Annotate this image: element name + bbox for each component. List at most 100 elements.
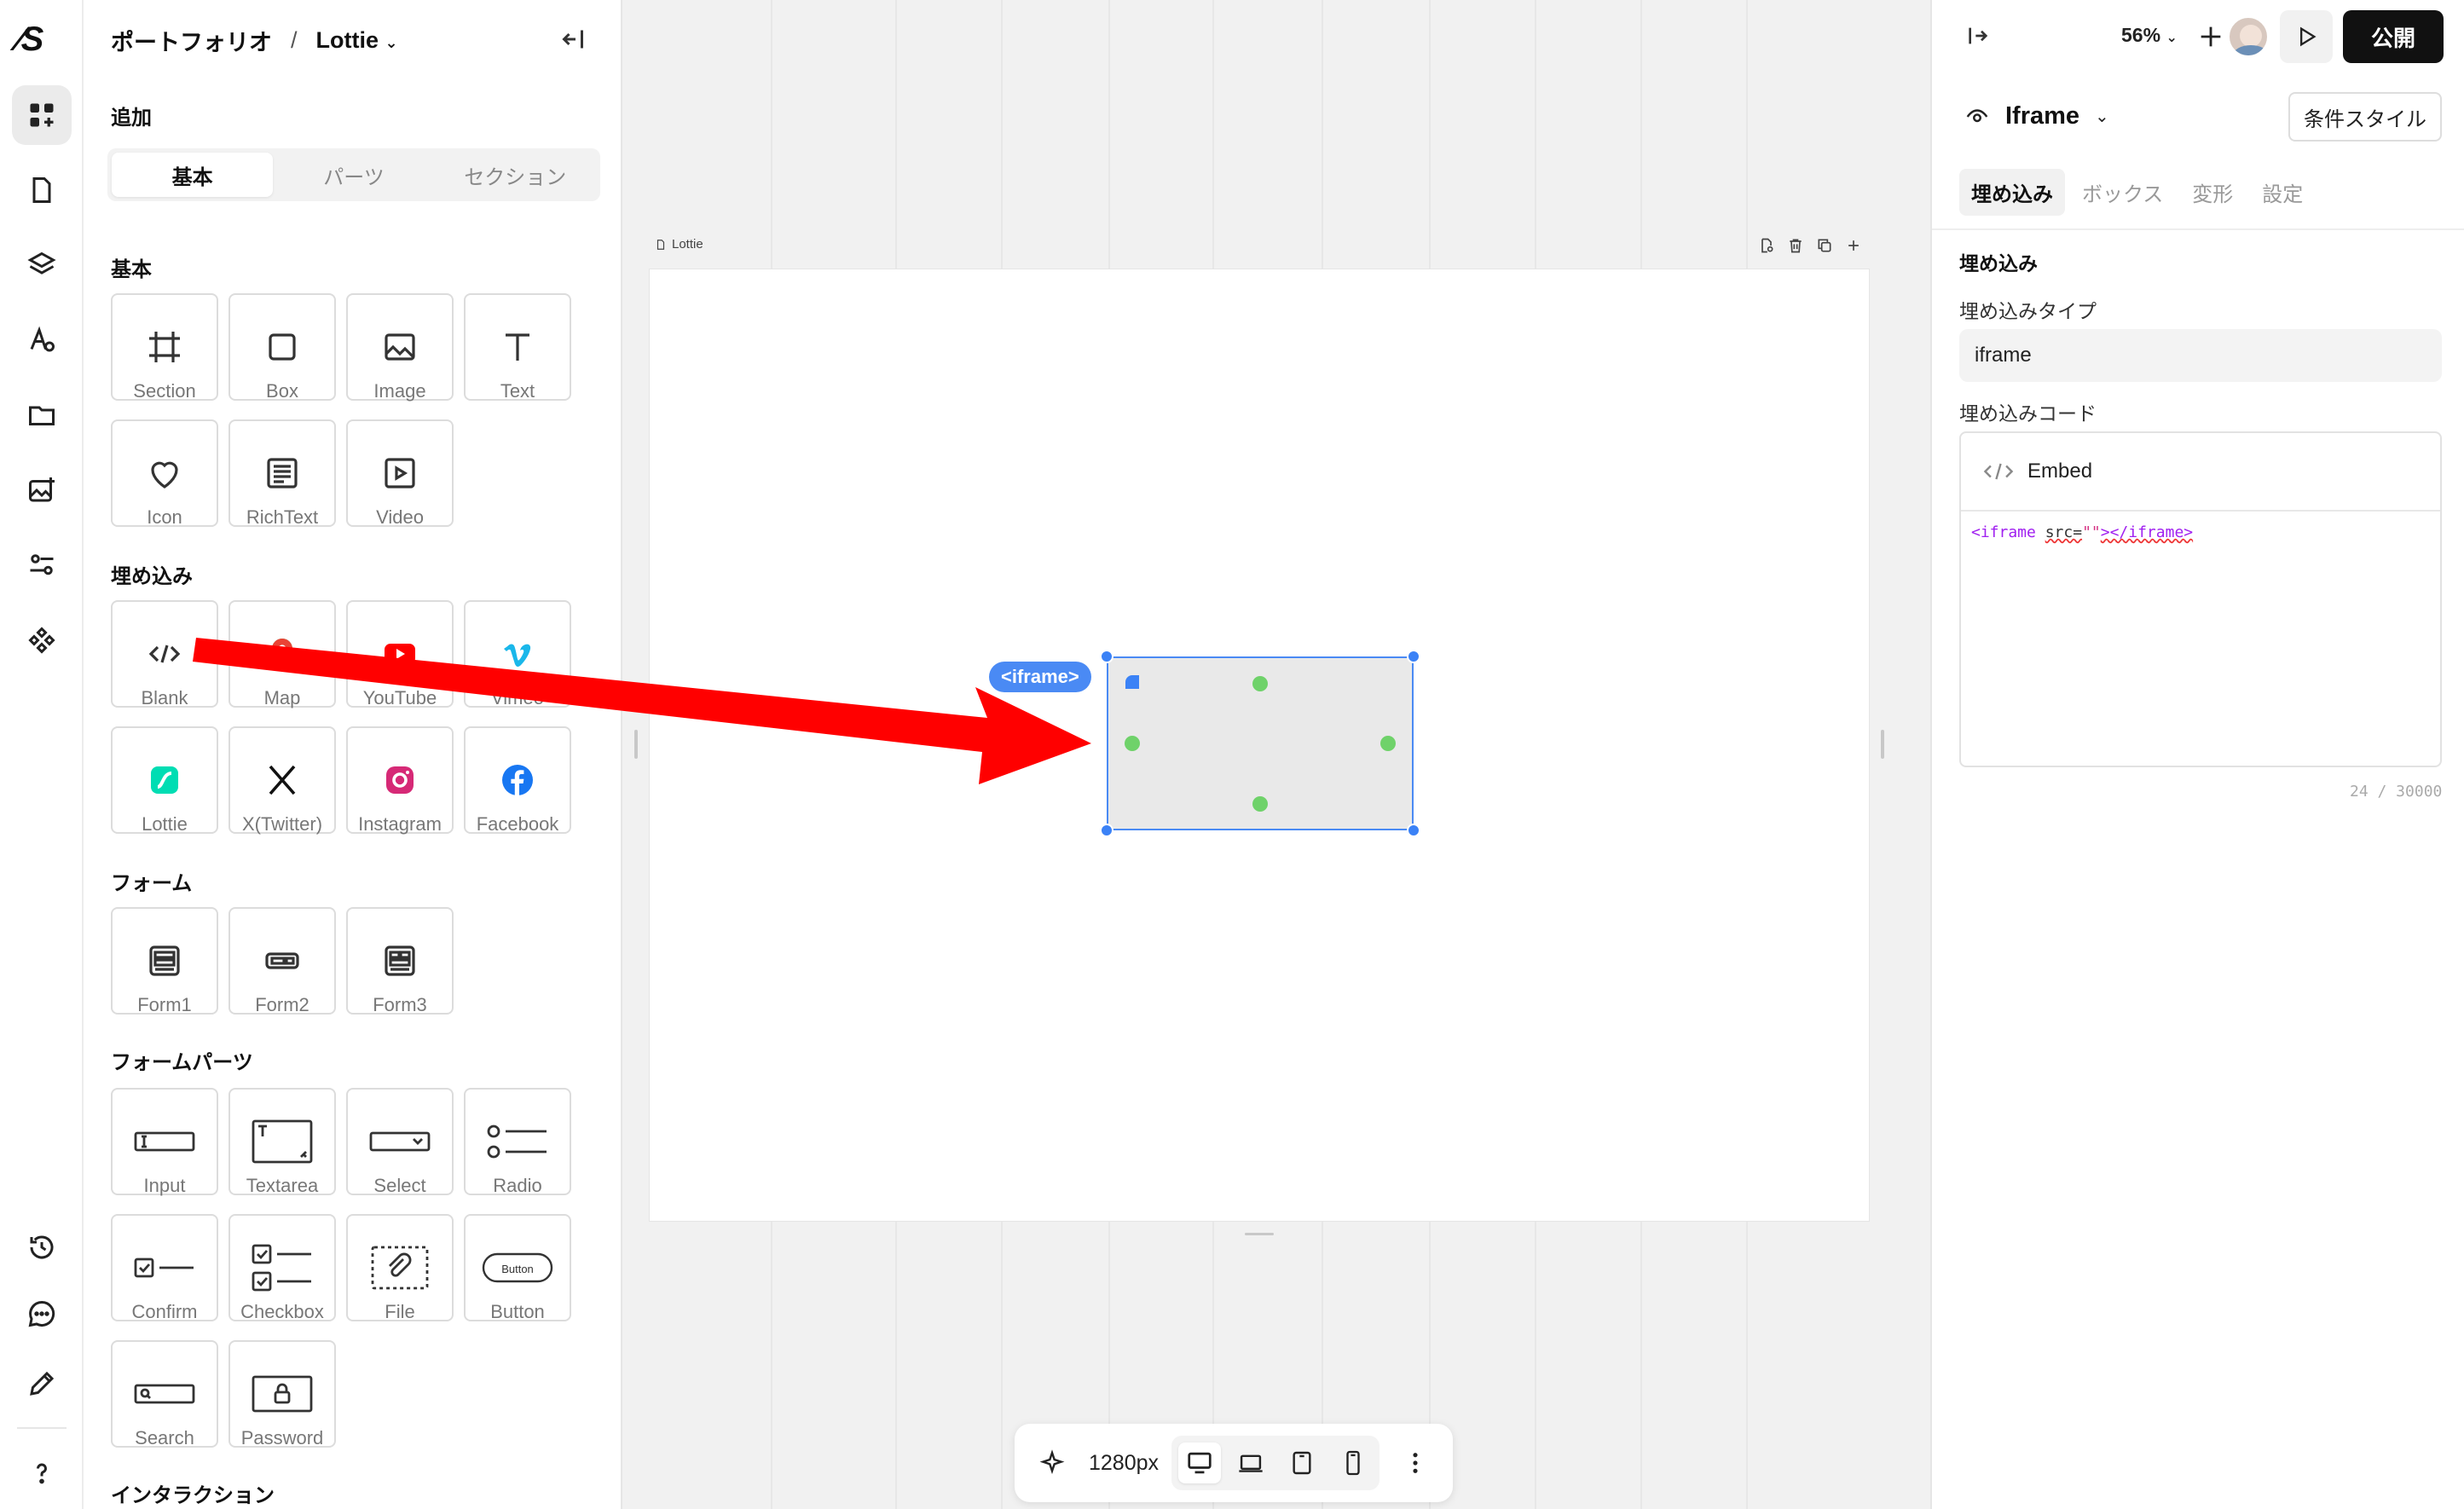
breadcrumb-parent[interactable]: ポートフォリオ <box>111 24 272 57</box>
conditional-style-button[interactable]: 条件スタイル <box>2288 92 2442 142</box>
duplicate-icon[interactable] <box>1816 237 1833 254</box>
page-name: Lottie <box>315 27 379 53</box>
form2-label: Form2 <box>255 994 309 1015</box>
more-options-button[interactable] <box>1395 1443 1436 1483</box>
square-icon <box>269 333 296 361</box>
folder-button[interactable] <box>12 385 72 445</box>
select-label: Select <box>373 1175 426 1196</box>
page-icon <box>656 239 665 250</box>
selected-iframe-element[interactable] <box>1107 656 1414 830</box>
breadcrumb-separator: / <box>291 27 298 53</box>
chevron-down-icon[interactable]: ⌄ <box>2095 106 2109 127</box>
form-section-title: フォーム <box>111 872 193 895</box>
confirm-checkbox-icon <box>134 1258 194 1278</box>
svg-text:Button: Button <box>501 1263 534 1275</box>
padding-handle-bottom[interactable] <box>1252 796 1268 812</box>
resize-handle-top-left[interactable] <box>1100 650 1113 663</box>
frame-label[interactable]: Lottie <box>655 237 703 252</box>
help-button[interactable] <box>12 1443 72 1502</box>
input-label: Input <box>143 1175 186 1196</box>
x-logo-icon <box>269 765 296 795</box>
tablet-view-button[interactable] <box>1281 1443 1323 1483</box>
add-title: 追加 <box>111 107 152 130</box>
frame-icon <box>149 332 180 362</box>
code-textarea[interactable]: <iframe src=""></iframe> <box>1961 512 2440 553</box>
grid-form-icon <box>385 945 415 976</box>
embed-code-editor[interactable]: Embed <iframe src=""></iframe> <box>1959 431 2442 767</box>
canvas-resize-handle-left[interactable] <box>634 730 638 759</box>
tab-transform[interactable]: 変形 <box>2180 169 2245 216</box>
character-counter: 24 / 30000 <box>2350 783 2443 801</box>
element-name[interactable]: Iframe <box>2005 102 2079 130</box>
tab-sections[interactable]: セクション <box>435 153 596 197</box>
tab-basic[interactable]: 基本 <box>112 153 274 197</box>
desktop-icon <box>1188 1452 1212 1474</box>
tab-parts[interactable]: パーツ <box>273 153 434 197</box>
padding-handle-right[interactable] <box>1380 736 1396 751</box>
search-label: Search <box>135 1427 194 1448</box>
avatar[interactable] <box>2227 15 2270 58</box>
settings-sliders-button[interactable] <box>12 535 72 595</box>
x-twitter-label: X(Twitter) <box>241 813 323 835</box>
code-icon <box>148 645 181 663</box>
code-attr: src= <box>2045 523 2083 541</box>
collapse-right-panel-icon[interactable] <box>1964 22 1992 49</box>
components-button[interactable] <box>12 610 72 670</box>
preview-button[interactable] <box>2280 10 2333 63</box>
play-icon <box>2300 26 2317 47</box>
mobile-view-button[interactable] <box>1332 1443 1374 1483</box>
checkbox-icon <box>252 1244 311 1292</box>
corner-radius-icon[interactable] <box>1124 674 1141 691</box>
padding-handle-top[interactable] <box>1252 676 1268 691</box>
input-icon <box>134 1131 195 1152</box>
file-icon <box>32 177 51 203</box>
add-collaborator-icon[interactable] <box>2196 22 2225 51</box>
collapse-panel-icon[interactable] <box>558 24 588 55</box>
zoom-level[interactable]: 56% ⌄ <box>2121 24 2178 47</box>
resize-handle-bottom-right[interactable] <box>1407 824 1420 837</box>
app-logo[interactable]: ⁄S <box>17 20 43 59</box>
resize-handle-top-right[interactable] <box>1407 650 1420 663</box>
canvas-resize-handle-bottom[interactable] <box>1245 1233 1274 1235</box>
add-page-icon[interactable] <box>1845 237 1862 254</box>
embed-code-label: 埋め込みコード <box>1959 402 2097 425</box>
history-button[interactable] <box>12 1217 72 1277</box>
pencil-icon <box>30 1371 55 1396</box>
zoom-value: 56% <box>2121 24 2161 46</box>
chat-icon <box>28 1300 55 1327</box>
assets-button[interactable] <box>12 460 72 520</box>
code-icon <box>1983 463 2014 480</box>
page-settings-icon[interactable] <box>1758 237 1775 254</box>
desktop-view-button[interactable] <box>1178 1443 1221 1483</box>
tab-box[interactable]: ボックス <box>2070 169 2175 216</box>
embed-type-label: 埋め込みタイプ <box>1959 300 2097 322</box>
richtext-label: RichText <box>246 506 319 528</box>
embed-section-title: 埋め込み <box>111 565 193 588</box>
edit-button[interactable] <box>12 1354 72 1414</box>
layers-button[interactable] <box>12 235 72 295</box>
typography-button[interactable] <box>12 310 72 370</box>
pages-button[interactable] <box>12 160 72 220</box>
page-select[interactable]: Lottie ⌄ <box>316 27 398 54</box>
publish-button[interactable]: 公開 <box>2343 10 2444 63</box>
tab-embed[interactable]: 埋め込み <box>1959 169 2065 216</box>
ai-sparkle-button[interactable] <box>1032 1443 1073 1483</box>
interaction-section-title: インタラクション <box>111 1484 275 1507</box>
visibility-icon[interactable] <box>1964 104 1990 130</box>
comments-button[interactable] <box>12 1284 72 1344</box>
resize-handle-bottom-left[interactable] <box>1100 824 1113 837</box>
image-plus-icon <box>29 477 55 502</box>
laptop-icon <box>1239 1454 1263 1472</box>
viewport-width[interactable]: 1280px <box>1081 1443 1166 1483</box>
file-label: File <box>385 1301 415 1322</box>
canvas-resize-handle-right[interactable] <box>1881 730 1884 759</box>
trash-icon[interactable] <box>1787 237 1804 254</box>
textarea-label: Textarea <box>246 1175 319 1196</box>
add-elements-button[interactable] <box>12 85 72 145</box>
button-shape-icon: Button <box>482 1252 553 1283</box>
embed-type-field[interactable]: iframe <box>1959 329 2442 382</box>
code-value: "" <box>2082 523 2101 541</box>
padding-handle-left[interactable] <box>1125 736 1140 751</box>
tab-settings[interactable]: 設定 <box>2250 169 2315 216</box>
laptop-view-button[interactable] <box>1229 1443 1272 1483</box>
